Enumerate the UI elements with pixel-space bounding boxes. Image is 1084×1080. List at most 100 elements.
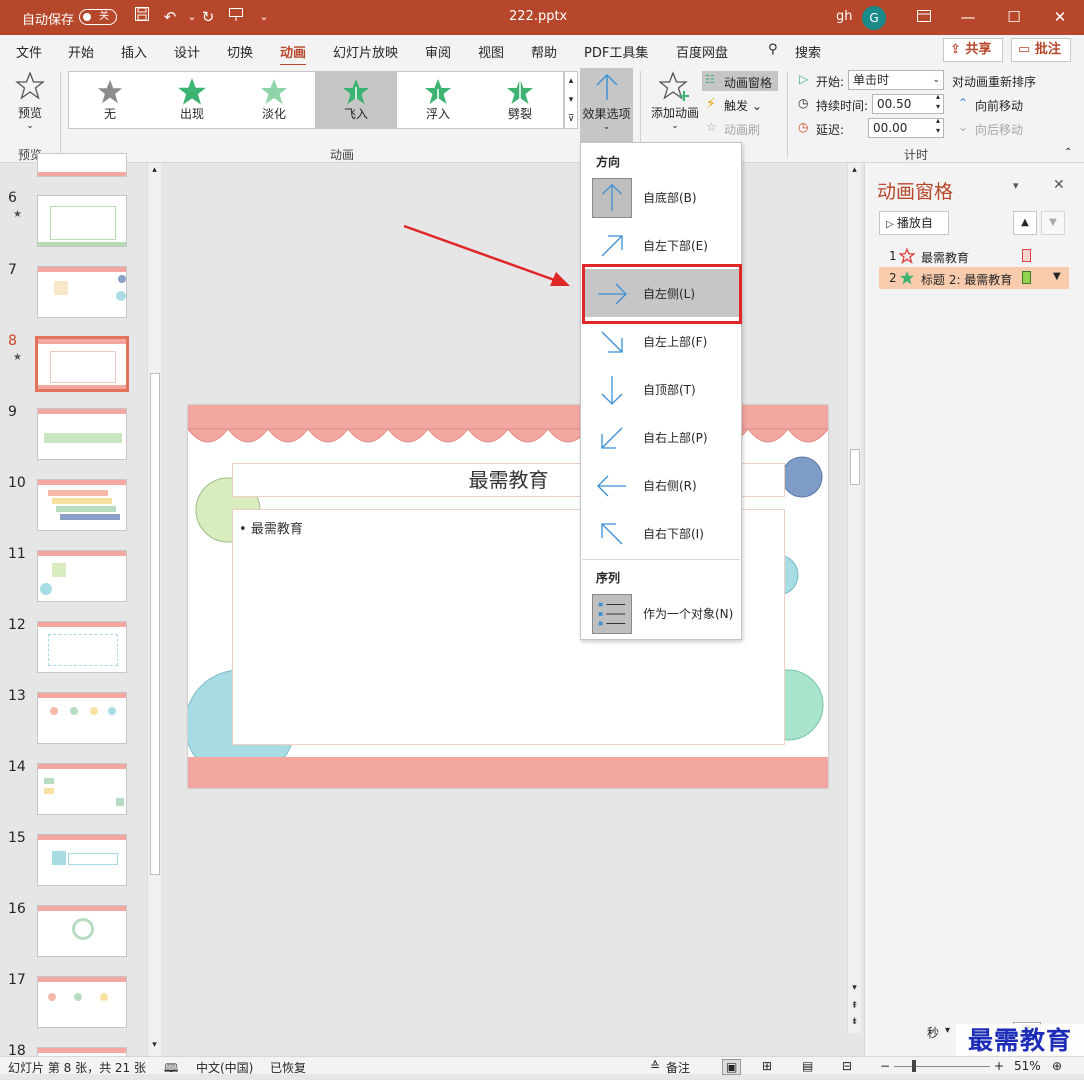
direction-from-top-right[interactable]: 自右上部(P) <box>582 413 740 461</box>
effect-float-in[interactable]: 浮入 <box>397 72 479 128</box>
slideshow-icon[interactable]: ⊟ <box>842 1059 852 1073</box>
redo-icon[interactable]: ↻ <box>194 4 222 30</box>
direction-from-top-left[interactable]: 自左上部(F) <box>582 317 740 365</box>
menu-file[interactable]: 文件 <box>16 42 42 61</box>
spellcheck-icon[interactable]: 🕮 <box>164 1059 178 1080</box>
comments-button[interactable]: ▭ 批注 <box>1011 38 1071 62</box>
zoom-slider[interactable] <box>894 1066 990 1067</box>
menu-home[interactable]: 开始 <box>68 42 94 61</box>
search-icon[interactable]: ⚲ <box>768 42 778 57</box>
menu-slideshow[interactable]: 幻灯片放映 <box>333 42 398 61</box>
slide-thumbnail[interactable] <box>37 692 127 744</box>
effect-fade[interactable]: 淡化 <box>233 72 315 128</box>
spinner-icon[interactable]: ▴ ▾ <box>936 92 940 112</box>
menu-review[interactable]: 审阅 <box>425 42 451 61</box>
menu-baidu-netdisk[interactable]: 百度网盘 <box>676 42 728 61</box>
search-label[interactable]: 搜索 <box>795 42 821 61</box>
direction-from-bottom-right[interactable]: 自右下部(I) <box>582 509 740 557</box>
slide-sorter-icon[interactable]: ⊞ <box>762 1059 772 1073</box>
zoom-out-icon[interactable]: − <box>880 1059 890 1073</box>
slide-thumbnail[interactable] <box>37 834 127 886</box>
slide-thumbnail[interactable] <box>37 905 127 957</box>
save-icon[interactable] <box>128 4 156 30</box>
preview-button[interactable]: 预览 ⌄ <box>8 71 52 137</box>
minimize-icon[interactable]: — <box>954 4 982 30</box>
move-later-button[interactable]: 向后移动 <box>975 121 1023 138</box>
scroll-thumb[interactable] <box>150 373 160 875</box>
delay-input[interactable]: 00.00 ▴ ▾ <box>868 116 944 138</box>
slide-thumbnail[interactable] <box>37 153 127 177</box>
trigger-button[interactable]: 触发 ⌄ <box>724 97 762 114</box>
animation-list-item[interactable]: 1 最需教育 <box>879 245 1069 267</box>
animation-pane-button[interactable]: ☷ 动画窗格 <box>702 71 778 91</box>
notes-button[interactable]: 备注 <box>666 1059 690 1076</box>
menu-transitions[interactable]: 切换 <box>227 42 253 61</box>
effect-options-button[interactable]: 效果选项 ⌄ <box>580 68 633 142</box>
slide-thumbnail[interactable] <box>37 976 127 1028</box>
user-name[interactable]: gh <box>836 9 853 24</box>
scroll-down-icon[interactable]: ▾ <box>848 983 861 993</box>
normal-view-icon[interactable]: ▣ <box>722 1059 742 1075</box>
gallery-up-icon[interactable]: ▴ <box>565 72 577 91</box>
effect-appear[interactable]: 出现 <box>151 72 233 128</box>
seconds-dropdown-icon[interactable]: ▾ <box>945 1025 950 1036</box>
present-icon[interactable] <box>222 4 250 30</box>
next-slide-icon[interactable]: ⇟ <box>848 1017 861 1027</box>
customize-qat-icon[interactable]: ⌄ <box>250 4 278 30</box>
avatar[interactable]: G <box>862 6 886 30</box>
language-indicator[interactable]: 中文(中国) <box>196 1059 253 1076</box>
sequence-as-one-object[interactable]: 作为一个对象(N) <box>582 589 740 637</box>
add-animation-button[interactable]: 添加动画 ⌄ <box>648 71 702 141</box>
menu-insert[interactable]: 插入 <box>121 42 147 61</box>
menu-pdf-tools[interactable]: PDF工具集 <box>584 42 648 61</box>
direction-from-top[interactable]: 自顶部(T) <box>582 365 740 413</box>
fit-to-window-icon[interactable]: ⊕ <box>1052 1059 1062 1073</box>
zoom-level[interactable]: 51% <box>1014 1059 1041 1073</box>
spinner-icon[interactable]: ▴ ▾ <box>936 116 940 136</box>
close-icon[interactable]: ✕ <box>1053 177 1065 193</box>
scroll-up-icon[interactable]: ▴ <box>148 165 161 175</box>
gallery-down-icon[interactable]: ▾ <box>565 91 577 110</box>
start-select[interactable]: 单击时 ⌄ <box>848 70 944 90</box>
animation-list-item-selected[interactable]: 2 标题 2: 最需教育 ▼ <box>879 267 1069 289</box>
menu-design[interactable]: 设计 <box>174 42 200 61</box>
play-from-button[interactable]: ▷ 播放自 <box>879 211 949 235</box>
slide-thumbnail[interactable] <box>37 550 127 602</box>
scroll-down-icon[interactable]: ▾ <box>148 1040 161 1050</box>
slide-thumbnail[interactable] <box>37 479 127 531</box>
move-down-icon[interactable]: ▼ <box>1041 211 1065 235</box>
slide-thumbnail[interactable] <box>37 408 127 460</box>
zoom-slider-thumb[interactable] <box>912 1060 916 1072</box>
ribbon-display-icon[interactable] <box>910 4 938 30</box>
animation-painter-button[interactable]: 动画刷 <box>724 121 760 138</box>
move-earlier-button[interactable]: 向前移动 <box>975 97 1023 114</box>
menu-help[interactable]: 帮助 <box>531 42 557 61</box>
effect-split[interactable]: 劈裂 <box>479 72 561 128</box>
share-button[interactable]: ⇪ 共享 <box>943 38 1003 62</box>
maximize-icon[interactable]: ☐ <box>1000 4 1028 30</box>
pane-options-icon[interactable]: ▾ <box>1013 179 1019 192</box>
gallery-scroll[interactable]: ▴ ▾ ⊽ <box>564 71 578 129</box>
slide-thumbnail[interactable] <box>37 266 127 318</box>
autosave-toggle[interactable]: 关 <box>79 9 117 25</box>
direction-from-bottom-left[interactable]: 自左下部(E) <box>582 221 740 269</box>
canvas-scrollbar[interactable]: ▴ ▾ ⇞ ⇟ <box>847 163 861 1033</box>
move-up-icon[interactable]: ▲ <box>1013 211 1037 235</box>
collapse-ribbon-icon[interactable]: ⌃ <box>1064 147 1072 158</box>
menu-animations[interactable]: 动画 <box>280 42 307 67</box>
prev-slide-icon[interactable]: ⇞ <box>848 1001 861 1011</box>
scroll-thumb[interactable] <box>850 449 860 485</box>
slide-thumbnail[interactable] <box>37 195 127 247</box>
effect-fly-in[interactable]: 飞入 <box>315 72 397 128</box>
close-icon[interactable]: ✕ <box>1046 4 1074 30</box>
slide-thumbnail[interactable] <box>37 763 127 815</box>
zoom-in-icon[interactable]: + <box>994 1059 1004 1073</box>
scroll-up-icon[interactable]: ▴ <box>848 165 861 175</box>
slide-thumbnail[interactable] <box>37 621 127 673</box>
slide-thumbnail-current[interactable] <box>35 336 129 392</box>
chevron-down-icon[interactable]: ▼ <box>1053 271 1061 282</box>
gallery-more-icon[interactable]: ⊽ <box>565 110 577 129</box>
reading-view-icon[interactable]: ▤ <box>802 1059 813 1073</box>
duration-input[interactable]: 00.50 ▴ ▾ <box>872 92 944 114</box>
menu-view[interactable]: 视图 <box>478 42 504 61</box>
